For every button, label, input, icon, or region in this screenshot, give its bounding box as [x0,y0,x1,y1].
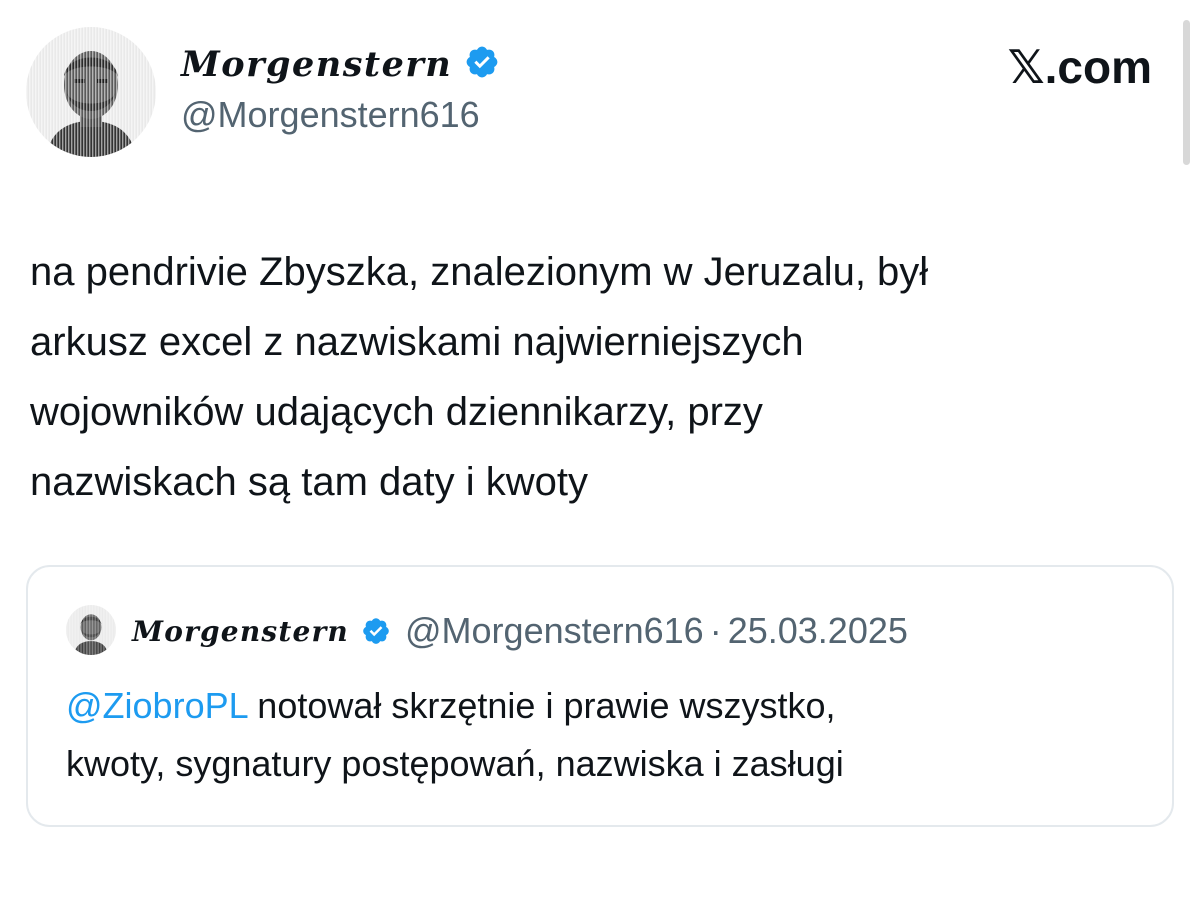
quoted-author-avatar[interactable] [66,605,116,655]
scrollbar[interactable] [1183,20,1190,165]
author-name-row[interactable]: Morgenstern [181,41,500,87]
tweet-text-line: na pendrivie Zbyszka, znalezionym w Jeru… [30,250,929,294]
quoted-text-line: kwoty, sygnatury postępowań, nazwiska i … [66,743,844,784]
author-display-name[interactable]: Morgenstern [181,47,452,82]
quoted-text-line: @ZiobroPL notował skrzętnie i prawie wsz… [66,677,1146,735]
separator-dot: · [709,610,722,651]
quoted-author-handle[interactable]: @Morgenstern616 [405,610,704,652]
mention-link[interactable]: @ZiobroPL [66,685,247,726]
quoted-tweet-card[interactable]: Morgenstern @Morgenstern616 · 25.03.2025… [26,565,1174,827]
verified-badge-icon [464,44,500,85]
verified-badge-icon [361,616,391,646]
tweet-text-line: nazwiskach są tam daty i kwoty [30,460,588,504]
author-avatar[interactable] [26,27,156,157]
x-logo: 𝕏.com [1007,41,1152,93]
quoted-tweet-header: Morgenstern @Morgenstern616 · 25.03.2025 [132,605,908,657]
quoted-author-name[interactable]: Morgenstern [132,615,349,648]
quoted-tweet-text: @ZiobroPL notował skrzętnie i prawie wsz… [66,677,1146,793]
quoted-text-fragment: notował skrzętnie i prawie wszystko, [247,685,836,726]
tweet-text: na pendrivie Zbyszka, znalezionym w Jeru… [30,237,1170,517]
tweet-text-line: arkusz excel z nazwiskami najwierniejszy… [30,320,804,364]
author-handle[interactable]: @Morgenstern616 [181,95,480,135]
quoted-tweet-date[interactable]: 25.03.2025 [728,610,908,652]
tweet-text-line: wojowników udających dziennikarzy, przy [30,390,763,434]
